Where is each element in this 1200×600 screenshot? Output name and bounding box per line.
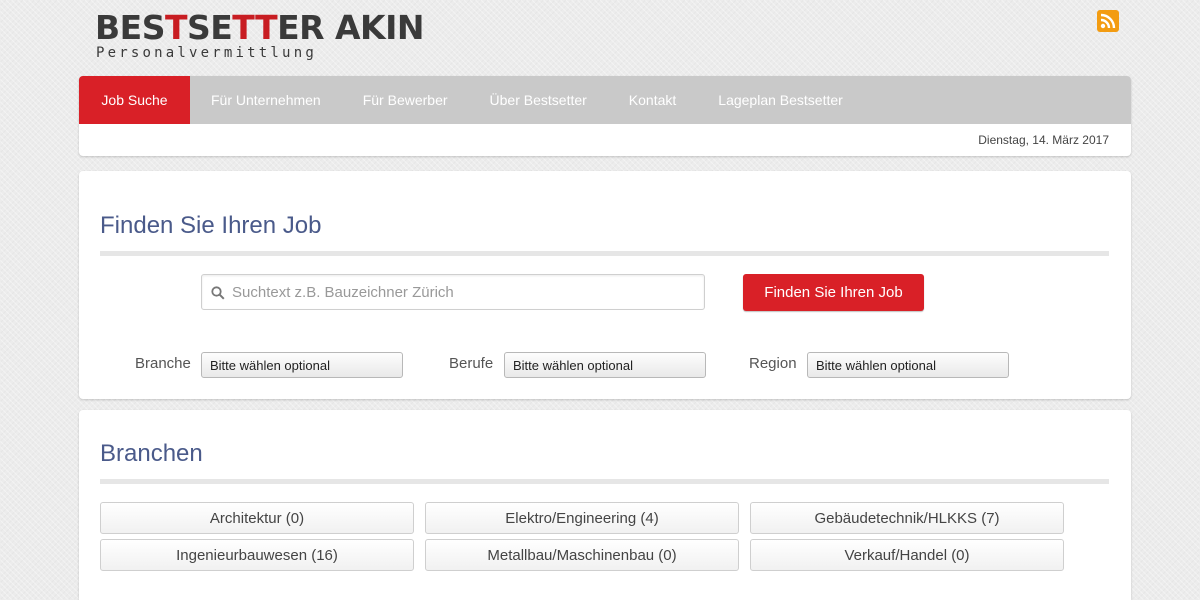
branch-button-verkauf[interactable]: Verkauf/Handel (0): [750, 539, 1064, 571]
nav-item-ueber-bestsetter[interactable]: Über Bestsetter: [469, 76, 608, 124]
filter-label-branche: Branche: [135, 355, 191, 372]
nav-item-fuer-unternehmen[interactable]: Für Unternehmen: [190, 76, 342, 124]
logo[interactable]: BESTSETTER AKIN Personalvermittlung: [95, 8, 425, 66]
logo-text-part: TT: [232, 8, 278, 47]
logo-text-part: ER AKIN: [277, 8, 425, 47]
branch-button-ingenieurbau[interactable]: Ingenieurbauwesen (16): [100, 539, 414, 571]
logo-wordmark: BESTSETTER AKIN: [95, 8, 425, 48]
branch-button-gebaeudetechnik[interactable]: Gebäudetechnik/HLKKS (7): [750, 502, 1064, 534]
branch-button-metallbau[interactable]: Metallbau/Maschinenbau (0): [425, 539, 739, 571]
berufe-select[interactable]: Bitte wählen optional: [504, 352, 706, 378]
logo-text-part: SE: [186, 8, 233, 47]
branch-button-architektur[interactable]: Architektur (0): [100, 502, 414, 534]
search-box: [201, 274, 705, 310]
branch-button-elektro[interactable]: Elektro/Engineering (4): [425, 502, 739, 534]
nav-item-kontakt[interactable]: Kontakt: [608, 76, 697, 124]
filter-label-region: Region: [749, 355, 797, 372]
nav-item-lageplan[interactable]: Lageplan Bestsetter: [697, 76, 864, 124]
region-select[interactable]: Bitte wählen optional: [807, 352, 1009, 378]
branches-title: Branchen: [100, 440, 203, 467]
main-navbar: Job Suche Für Unternehmen Für Bewerber Ü…: [79, 76, 1131, 156]
divider: [100, 479, 1109, 484]
branches-panel: Branchen Architektur (0) Elektro/Enginee…: [79, 410, 1131, 600]
logo-text-part: T: [164, 8, 188, 47]
divider: [100, 251, 1109, 256]
rss-icon[interactable]: [1097, 10, 1119, 32]
nav-item-fuer-bewerber[interactable]: Für Bewerber: [342, 76, 469, 124]
search-icon: [211, 286, 225, 300]
current-date: Dienstag, 14. März 2017: [978, 133, 1109, 147]
logo-text-part: BES: [95, 8, 165, 47]
search-input[interactable]: [232, 275, 692, 309]
filter-label-berufe: Berufe: [449, 355, 494, 372]
job-search-panel: Finden Sie Ihren Job Finden Sie Ihren Jo…: [79, 171, 1131, 399]
nav-strip: Job Suche Für Unternehmen Für Bewerber Ü…: [79, 76, 1131, 124]
nav-item-job-suche[interactable]: Job Suche: [79, 76, 190, 124]
find-job-button[interactable]: Finden Sie Ihren Job: [743, 274, 924, 311]
branche-select[interactable]: Bitte wählen optional: [201, 352, 403, 378]
search-title: Finden Sie Ihren Job: [100, 212, 322, 239]
